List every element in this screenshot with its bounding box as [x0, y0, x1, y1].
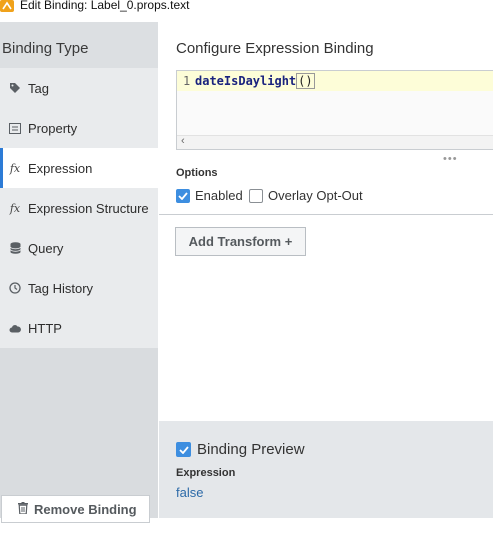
sidebar-item-label: Tag History: [28, 280, 94, 296]
resize-handle-icon[interactable]: •••: [443, 153, 458, 165]
expression-code[interactable]: dateIsDaylight(): [195, 73, 315, 89]
checkbox-empty-icon[interactable]: [249, 188, 263, 203]
remove-binding-button[interactable]: Remove Binding: [1, 495, 150, 523]
binding-preview-toggle[interactable]: Binding Preview: [176, 441, 305, 458]
binding-preview-panel: Binding Preview Expression false: [159, 421, 493, 518]
sidebar-item-label: HTTP: [28, 320, 62, 336]
binding-preview-title: Binding Preview: [197, 441, 305, 458]
fx-icon: fx: [9, 161, 21, 175]
sidebar-title: Binding Type: [2, 40, 89, 57]
preview-expression-label: Expression: [176, 467, 236, 479]
overlay-opt-out-label: Overlay Opt-Out: [268, 188, 363, 203]
sidebar-item-query[interactable]: Query: [0, 228, 158, 268]
options-label: Options: [176, 167, 218, 179]
sidebar-item-expression-structure[interactable]: fx Expression Structure: [0, 188, 158, 228]
expression-function: dateIsDaylight: [195, 74, 297, 88]
sidebar-item-label: Expression Structure: [28, 200, 149, 216]
sidebar-item-tag-history[interactable]: Tag History: [0, 268, 158, 308]
database-icon: [8, 241, 22, 255]
property-icon: [8, 121, 22, 135]
editor-active-line: 1 dateIsDaylight(): [177, 71, 493, 91]
sidebar-item-expression[interactable]: fx Expression: [0, 148, 158, 188]
expression-parens: (): [296, 73, 315, 89]
sidebar-item-http[interactable]: HTTP: [0, 308, 158, 348]
options-divider: [159, 214, 493, 215]
sidebar-item-label: Property: [28, 120, 78, 136]
sidebar-header: Binding Type: [0, 22, 158, 68]
clock-icon: [8, 281, 22, 295]
binding-type-sidebar: Binding Type Tag Property fx Expression …: [0, 22, 158, 523]
remove-binding-label: Remove Binding: [34, 501, 137, 517]
panel-title: Configure Expression Binding: [176, 40, 374, 57]
sidebar-item-property[interactable]: Property: [0, 108, 158, 148]
scroll-left-icon[interactable]: ‹: [181, 135, 185, 147]
add-transform-label: Add Transform +: [188, 234, 293, 249]
tag-icon: [8, 81, 22, 95]
binding-type-list: Tag Property fx Expression fx Expression…: [0, 68, 158, 348]
checkmark-icon[interactable]: [176, 442, 191, 457]
preview-value: false: [176, 485, 204, 500]
line-number: 1: [183, 74, 191, 88]
overlay-opt-out-checkbox[interactable]: Overlay Opt-Out: [249, 188, 363, 203]
enabled-label: Enabled: [195, 188, 243, 203]
trash-icon: [18, 501, 28, 517]
sidebar-item-label: Expression: [28, 160, 93, 176]
cloud-icon: [8, 321, 22, 335]
title-bar: Edit Binding: Label_0.props.text: [0, 0, 493, 14]
sidebar-item-tag[interactable]: Tag: [0, 68, 158, 108]
app-icon: [0, 0, 14, 12]
window-title: Edit Binding: Label_0.props.text: [20, 0, 190, 12]
checkmark-icon[interactable]: [176, 188, 190, 203]
sidebar-item-label: Tag: [28, 80, 49, 96]
editor-horizontal-scrollbar[interactable]: ‹: [177, 135, 493, 149]
enabled-checkbox[interactable]: Enabled: [176, 188, 243, 203]
fx-icon: fx: [9, 201, 21, 215]
add-transform-button[interactable]: Add Transform +: [175, 227, 306, 256]
expression-config-panel: Configure Expression Binding 1 dateIsDay…: [159, 22, 493, 421]
expression-editor[interactable]: 1 dateIsDaylight() ‹: [176, 70, 493, 150]
sidebar-item-label: Query: [28, 240, 64, 256]
